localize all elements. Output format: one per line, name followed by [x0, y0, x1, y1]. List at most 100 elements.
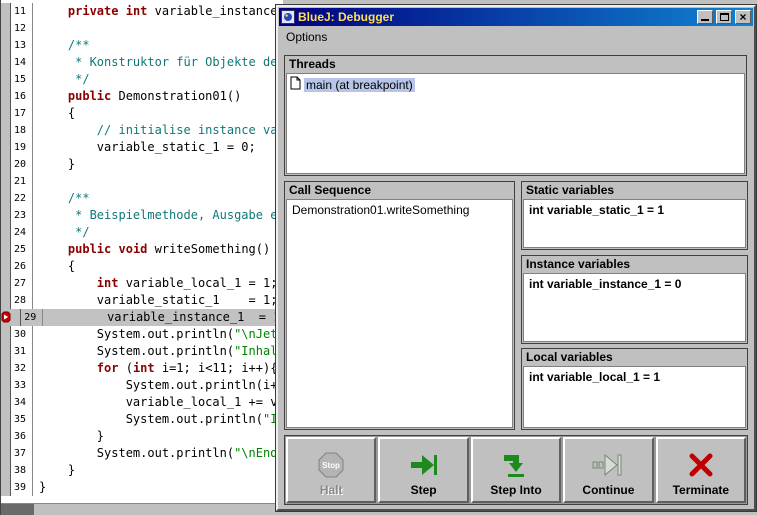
- local-variable-item[interactable]: int variable_local_1 = 1: [524, 367, 745, 387]
- editor-bottom-strip: [1, 503, 283, 515]
- gutter-cell[interactable]: [1, 3, 11, 20]
- code-line-11[interactable]: 11 private int variable_instance_1: [1, 3, 283, 20]
- call-sequence-list[interactable]: Demonstration01.writeSomething: [286, 199, 513, 428]
- thread-item-label: main (at breakpoint): [304, 77, 415, 92]
- close-button[interactable]: ×: [735, 10, 751, 24]
- code-line-32[interactable]: 32 for (int i=1; i<11; i++){: [1, 360, 283, 377]
- line-number: 12: [11, 20, 33, 37]
- gutter-cell[interactable]: [1, 122, 11, 139]
- line-number: 25: [11, 241, 33, 258]
- gutter-cell[interactable]: [1, 139, 11, 156]
- line-number: 19: [11, 139, 33, 156]
- gutter-cell[interactable]: [1, 326, 11, 343]
- line-number: 33: [11, 377, 33, 394]
- gutter-cell[interactable]: [1, 173, 11, 190]
- code-line-16[interactable]: 16 public Demonstration01(): [1, 88, 283, 105]
- gutter-cell[interactable]: [1, 377, 11, 394]
- code-text: * Konstruktor für Objekte der: [39, 55, 283, 69]
- code-line-37[interactable]: 37 System.out.println("\nEnde: [1, 445, 283, 462]
- code-line-39[interactable]: 39}: [1, 479, 283, 496]
- code-line-23[interactable]: 23 * Beispielmethode, Ausgabe ein: [1, 207, 283, 224]
- local-variables-list[interactable]: int variable_local_1 = 1: [523, 366, 746, 428]
- continue-button[interactable]: Continue: [563, 437, 654, 503]
- stop-icon: Stop: [316, 450, 346, 480]
- code-line-14[interactable]: 14 * Konstruktor für Objekte der: [1, 54, 283, 71]
- terminate-button[interactable]: Terminate: [655, 437, 747, 503]
- code-line-15[interactable]: 15 */: [1, 71, 283, 88]
- static-variables-list[interactable]: int variable_static_1 = 1: [523, 199, 746, 248]
- static-variable-item[interactable]: int variable_static_1 = 1: [524, 200, 745, 220]
- code-line-22[interactable]: 22 /**: [1, 190, 283, 207]
- maximize-button[interactable]: [716, 10, 732, 24]
- code-line-24[interactable]: 24 */: [1, 224, 283, 241]
- minimize-button[interactable]: [697, 10, 713, 24]
- gutter-cell[interactable]: [1, 71, 11, 88]
- gutter-cell[interactable]: [1, 479, 11, 496]
- instance-variable-item[interactable]: int variable_instance_1 = 0: [524, 274, 745, 294]
- code-line-17[interactable]: 17 {: [1, 105, 283, 122]
- gutter-cell[interactable]: [1, 275, 11, 292]
- gutter-cell[interactable]: [1, 394, 11, 411]
- code-line-26[interactable]: 26 {: [1, 258, 283, 275]
- code-line-12[interactable]: 12: [1, 20, 283, 37]
- code-line-31[interactable]: 31 System.out.println("Inhalt: [1, 343, 283, 360]
- gutter-cell[interactable]: [1, 105, 11, 122]
- code-line-27[interactable]: 27 int variable_local_1 = 1;: [1, 275, 283, 292]
- code-line-34[interactable]: 34 variable_local_1 += var: [1, 394, 283, 411]
- code-line-36[interactable]: 36 }: [1, 428, 283, 445]
- continue-icon: [592, 450, 624, 480]
- gutter-cell[interactable]: [1, 156, 11, 173]
- code-text: public Demonstration01(): [67, 89, 242, 103]
- continue-label: Continue: [582, 483, 635, 497]
- gutter-cell[interactable]: [1, 37, 11, 54]
- gutter-cell[interactable]: [1, 292, 11, 309]
- code-editor[interactable]: 11 private int variable_instance_1 12 13 /…: [0, 0, 283, 515]
- call-sequence-panel: Call Sequence Demonstration01.writeSomet…: [284, 181, 515, 430]
- gutter-cell[interactable]: [1, 411, 11, 428]
- gutter-cell[interactable]: [1, 360, 11, 377]
- gutter-cell[interactable]: [1, 428, 11, 445]
- instance-variables-title: Instance variables: [526, 257, 631, 271]
- breakpoint-marker[interactable]: [1, 309, 22, 326]
- gutter-cell[interactable]: [1, 207, 11, 224]
- gutter-cell[interactable]: [1, 54, 11, 71]
- code-line-20[interactable]: 20 }: [1, 156, 283, 173]
- call-sequence-item[interactable]: Demonstration01.writeSomething: [287, 200, 512, 220]
- code-line-30[interactable]: 30 System.out.println("\nJetzt: [1, 326, 283, 343]
- window-title: BlueJ: Debugger: [298, 10, 395, 24]
- gutter-cell[interactable]: [1, 241, 11, 258]
- code-line-35[interactable]: 35 System.out.println("Inh: [1, 411, 283, 428]
- gutter-cell[interactable]: [1, 20, 11, 37]
- debugger-titlebar[interactable]: BlueJ: Debugger ×: [279, 8, 753, 26]
- gutter-cell[interactable]: [1, 88, 11, 105]
- instance-variables-panel: Instance variables int variable_instance…: [521, 255, 748, 344]
- code-line-13[interactable]: 13 /**: [1, 37, 283, 54]
- threads-list[interactable]: main (at breakpoint): [286, 73, 745, 174]
- code-line-18[interactable]: 18 // initialise instance vari: [1, 122, 283, 139]
- code-text: {: [39, 106, 76, 120]
- code-line-25[interactable]: 25 public void writeSomething(): [1, 241, 283, 258]
- code-line-38[interactable]: 38 }: [1, 462, 283, 479]
- gutter-cell[interactable]: [1, 445, 11, 462]
- gutter-cell[interactable]: [1, 462, 11, 479]
- line-number: 35: [11, 411, 33, 428]
- code-text: System.out.println("Inhalt: [39, 344, 283, 358]
- gutter-cell[interactable]: [1, 190, 11, 207]
- code-line-21[interactable]: 21: [1, 173, 283, 190]
- step-into-button[interactable]: Step Into: [470, 437, 562, 503]
- terminate-label: Terminate: [672, 483, 730, 497]
- thread-item-main[interactable]: main (at breakpoint): [287, 74, 744, 95]
- code-line-33[interactable]: 33 System.out.println(i+".: [1, 377, 283, 394]
- gutter-cell[interactable]: [1, 258, 11, 275]
- step-button[interactable]: Step: [378, 437, 469, 503]
- code-line-28[interactable]: 28 variable_static_1 = 1;: [1, 292, 283, 309]
- instance-variables-list[interactable]: int variable_instance_1 = 0: [523, 273, 746, 342]
- gutter-cell[interactable]: [1, 343, 11, 360]
- code-line-29[interactable]: 29 variable_instance_1 = 1;: [1, 309, 283, 326]
- code-line-19[interactable]: 19 variable_static_1 = 0;: [1, 139, 283, 156]
- gutter-cell[interactable]: [1, 224, 11, 241]
- menu-options[interactable]: Options: [286, 30, 327, 44]
- halt-button[interactable]: Stop Halt: [286, 437, 377, 503]
- code-text: {: [39, 259, 76, 273]
